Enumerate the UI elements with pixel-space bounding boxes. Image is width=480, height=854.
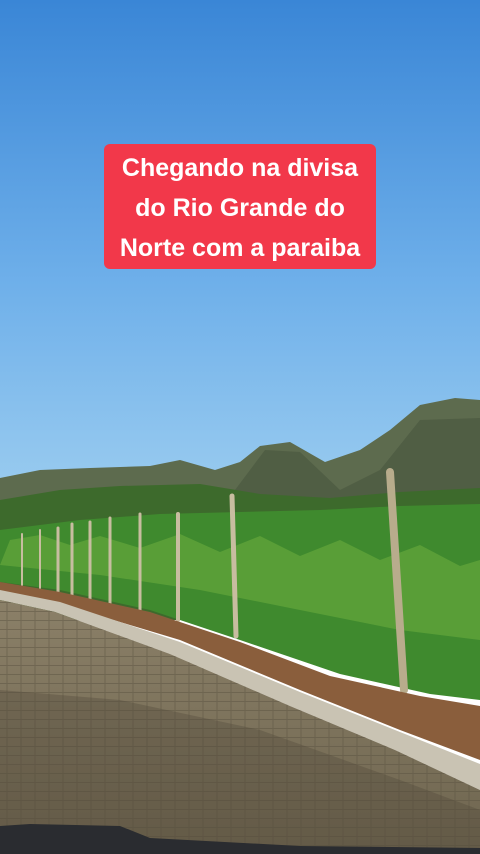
video-caption: Chegando na divisa do Rio Grande do Nort…: [104, 144, 376, 269]
caption-line-1: Chegando na divisa: [121, 154, 359, 182]
video-frame: [0, 0, 480, 854]
caption-line-2: do Rio Grande do: [135, 194, 345, 222]
caption-line-3: Norte com a paraiba: [119, 234, 361, 262]
